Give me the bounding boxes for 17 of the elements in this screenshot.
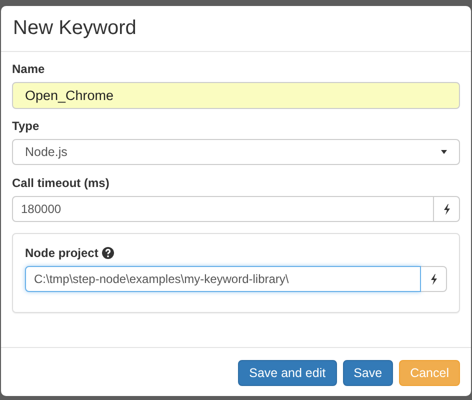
- save-button[interactable]: Save: [342, 360, 394, 386]
- field-label: Node project: [25, 246, 98, 260]
- lightning-button[interactable]: [434, 196, 460, 222]
- dialog-title: New Keyword: [13, 17, 138, 40]
- field-label: Type: [12, 119, 40, 133]
- field-label: Call timeout (ms): [12, 176, 110, 190]
- lightning-icon: [442, 204, 450, 214]
- input-field[interactable]: C:\tmp\step-node\examples\my-keyword-library\: [25, 266, 421, 292]
- caret-icon: [441, 150, 447, 154]
- type-dropdown[interactable]: Node.js: [12, 139, 460, 165]
- lightning-button[interactable]: [421, 266, 447, 292]
- lightning-icon: [430, 274, 438, 284]
- help-icon[interactable]: [102, 247, 114, 259]
- save-button[interactable]: Save and edit: [238, 360, 337, 386]
- input-field[interactable]: 180000: [12, 196, 434, 222]
- input-field[interactable]: Open_Chrome: [12, 82, 460, 109]
- field-label: Name: [12, 62, 45, 76]
